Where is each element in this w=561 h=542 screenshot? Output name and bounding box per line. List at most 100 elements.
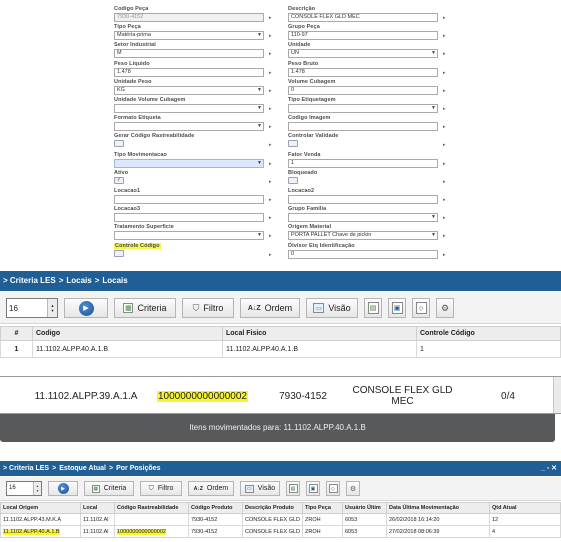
table-row[interactable]: 11.1102.ALPP.40.A.1.B 11.1102.Al 1000000… bbox=[0, 525, 561, 538]
pin-icon[interactable]: ▸ bbox=[269, 33, 272, 39]
stepper-arrows[interactable]: ▲ ▼ bbox=[47, 299, 57, 317]
text-field[interactable] bbox=[114, 213, 264, 223]
chevron-down-icon[interactable]: ▼ bbox=[257, 233, 262, 238]
chevron-down-icon[interactable]: ▼ bbox=[257, 33, 262, 38]
select-field[interactable]: UN ▼ bbox=[288, 49, 438, 59]
chevron-down-icon[interactable]: ▼ bbox=[257, 87, 262, 93]
pin-icon[interactable]: ▸ bbox=[443, 252, 446, 258]
table-row[interactable]: 1 11.1102.ALPP.40.A.1.B 11.1102.ALPP.40.… bbox=[0, 340, 561, 358]
pin-icon[interactable]: ▸ bbox=[269, 179, 272, 185]
text-field[interactable]: 0 bbox=[288, 249, 438, 259]
text-field[interactable] bbox=[288, 195, 438, 204]
pin-icon[interactable]: ▸ bbox=[443, 88, 446, 94]
column-header-codigo-rastreabilidade[interactable]: Código Rastreabilidade bbox=[114, 502, 189, 514]
stepper-arrows[interactable]: ▲ ▼ bbox=[33, 482, 41, 495]
text-field[interactable]: 7930-4152 bbox=[114, 13, 264, 22]
checkbox[interactable] bbox=[288, 140, 298, 148]
text-field[interactable]: M bbox=[114, 49, 264, 59]
ordem-button[interactable]: A↓Z Ordem bbox=[240, 298, 300, 318]
page-size-stepper[interactable]: 16 ▲ ▼ bbox=[6, 298, 58, 318]
checkbox[interactable] bbox=[114, 140, 124, 148]
pin-icon[interactable]: ▸ bbox=[269, 252, 272, 258]
code-button[interactable]: ◇ bbox=[412, 298, 430, 318]
window-controls[interactable]: _ ▫ ✕ bbox=[541, 461, 557, 476]
column-header-usuario[interactable]: Usuário Últim bbox=[342, 502, 387, 514]
pin-icon[interactable]: ▸ bbox=[269, 88, 272, 94]
run-button[interactable]: ▶ bbox=[48, 481, 78, 496]
pin-icon[interactable]: ▸ bbox=[269, 15, 272, 21]
breadcrumb-locais[interactable]: Locais bbox=[66, 276, 91, 285]
visao-button[interactable]: ▭ Visão bbox=[240, 481, 280, 496]
pin-icon[interactable]: ▸ bbox=[443, 33, 446, 39]
settings-button[interactable]: ⚙ bbox=[346, 481, 360, 496]
column-header-descricao-produto[interactable]: Descrição Produto bbox=[242, 502, 303, 514]
ordem-button[interactable]: A↓Z Ordem bbox=[188, 481, 234, 496]
filtro-button[interactable]: ⛉ Filtro bbox=[140, 481, 182, 496]
select-field[interactable]: PORTA PALLET Chave de pickin ▼ bbox=[288, 231, 438, 241]
pin-icon[interactable]: ▸ bbox=[443, 70, 446, 76]
select-field[interactable]: ▼ bbox=[114, 104, 264, 113]
filtro-button[interactable]: ⛉ Filtro bbox=[182, 298, 234, 318]
scrollbar[interactable] bbox=[553, 377, 561, 413]
pin-icon[interactable]: ▸ bbox=[269, 51, 272, 57]
breadcrumb-root[interactable]: > Criteria LES bbox=[3, 276, 56, 285]
select-field[interactable]: ▼ bbox=[114, 158, 264, 168]
column-header-local-origem[interactable]: Local Origem bbox=[0, 502, 81, 514]
chevron-down-icon[interactable]: ▼ bbox=[431, 106, 436, 111]
pin-icon[interactable]: ▸ bbox=[443, 233, 446, 239]
code-button[interactable]: ◇ bbox=[326, 481, 340, 496]
column-header-local[interactable]: Local bbox=[80, 502, 115, 514]
export-excel-button[interactable]: ▤ bbox=[364, 298, 382, 318]
save-button[interactable]: ▣ bbox=[388, 298, 406, 318]
text-field[interactable]: 1 bbox=[288, 158, 438, 168]
run-button[interactable]: ▶ bbox=[64, 298, 108, 318]
export-excel-button[interactable]: ▤ bbox=[286, 481, 300, 496]
movement-item-row[interactable]: 11.1102.ALPP.39.A.1.A 1000000000000002 7… bbox=[0, 376, 561, 414]
select-field[interactable]: ▼ bbox=[288, 213, 438, 223]
breadcrumb-estoque[interactable]: Estoque Atual bbox=[59, 465, 106, 472]
pin-icon[interactable]: ▸ bbox=[269, 106, 272, 112]
text-field[interactable]: 0 bbox=[288, 85, 438, 95]
checkbox[interactable] bbox=[288, 176, 298, 184]
criteria-button[interactable]: ▦ Criteria bbox=[114, 298, 176, 318]
text-field[interactable] bbox=[114, 195, 264, 204]
chevron-down-icon[interactable]: ▼ bbox=[257, 124, 262, 129]
pin-icon[interactable]: ▸ bbox=[269, 161, 272, 167]
text-field[interactable]: 1.478 bbox=[288, 67, 438, 77]
pin-icon[interactable]: ▸ bbox=[443, 179, 446, 185]
pin-icon[interactable]: ▸ bbox=[443, 161, 446, 167]
select-field[interactable]: KG ▼ bbox=[114, 85, 264, 95]
settings-button[interactable]: ⚙ bbox=[436, 298, 454, 318]
checkbox[interactable]: ✓ bbox=[114, 176, 124, 184]
chevron-down-icon[interactable]: ▼ bbox=[431, 51, 436, 56]
page-size-stepper[interactable]: 16 ▲ ▼ bbox=[6, 481, 42, 496]
pin-icon[interactable]: ▸ bbox=[269, 215, 272, 221]
chevron-down-icon[interactable]: ▼ bbox=[257, 160, 262, 166]
pin-icon[interactable]: ▸ bbox=[443, 142, 446, 148]
column-header-data-movimentacao[interactable]: Data Última Movimentação bbox=[386, 502, 490, 514]
column-header-codigo-produto[interactable]: Código Produto bbox=[188, 502, 243, 514]
pin-icon[interactable]: ▸ bbox=[269, 197, 272, 203]
select-field[interactable]: ▼ bbox=[288, 104, 438, 113]
text-field[interactable] bbox=[288, 122, 438, 132]
chevron-down-icon[interactable]: ▼ bbox=[431, 233, 436, 238]
breadcrumb-root[interactable]: > Criteria LES bbox=[3, 465, 49, 472]
text-field[interactable]: 1.478 bbox=[114, 67, 264, 77]
column-header-controle-codigo[interactable]: Controle Código bbox=[416, 326, 561, 341]
column-header-qtd-atual[interactable]: Qtd Atual bbox=[489, 502, 561, 514]
column-header-codigo[interactable]: Codigo bbox=[32, 326, 223, 341]
chevron-down-icon[interactable]: ▼ bbox=[431, 215, 436, 220]
visao-button[interactable]: ▭ Visão bbox=[306, 298, 358, 318]
pin-icon[interactable]: ▸ bbox=[269, 70, 272, 76]
pin-icon[interactable]: ▸ bbox=[269, 124, 272, 130]
pin-icon[interactable]: ▸ bbox=[269, 142, 272, 148]
pin-icon[interactable]: ▸ bbox=[443, 215, 446, 221]
checkbox[interactable] bbox=[114, 249, 124, 257]
save-button[interactable]: ▣ bbox=[306, 481, 320, 496]
select-field[interactable]: Matéria-prima ▼ bbox=[114, 31, 264, 41]
chevron-down-icon[interactable]: ▼ bbox=[257, 106, 262, 111]
pin-icon[interactable]: ▸ bbox=[443, 15, 446, 21]
pin-icon[interactable]: ▸ bbox=[443, 197, 446, 203]
select-field[interactable]: ▼ bbox=[114, 231, 264, 241]
column-header-local-fisico[interactable]: Local Fisico bbox=[222, 326, 417, 341]
